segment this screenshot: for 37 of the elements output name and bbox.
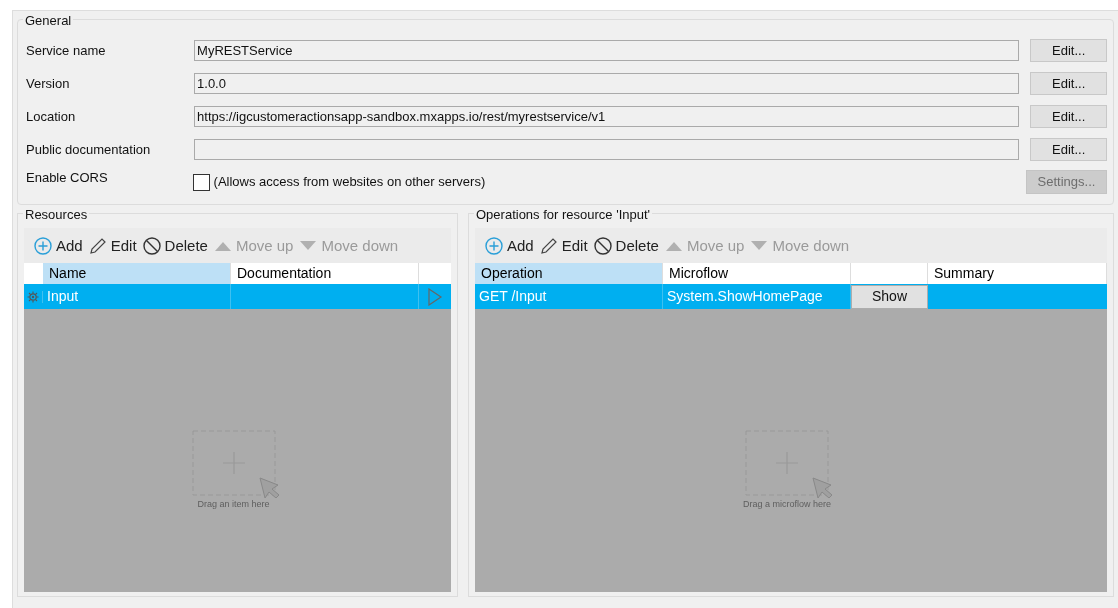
gear-icon (27, 290, 39, 303)
play-icon[interactable] (427, 287, 443, 306)
text-field[interactable] (194, 139, 1020, 160)
down-triangle-icon (750, 239, 769, 252)
text-field[interactable]: MyRESTService (194, 40, 1020, 61)
field-label: Enable CORS (26, 169, 109, 188)
edit-button[interactable]: Edit... (1030, 105, 1107, 128)
pencil-icon (539, 236, 558, 255)
edit-button[interactable]: Edit... (1030, 138, 1107, 161)
edit-button[interactable]: Edit... (1030, 39, 1107, 62)
field-label: Public documentation (26, 140, 152, 159)
table-row[interactable]: GET /Input System.ShowHomePage Show (475, 284, 1107, 309)
toolbar-button[interactable]: Add (485, 236, 534, 255)
text-field[interactable]: 1.0.0 (194, 73, 1020, 94)
toolbar-button[interactable]: Edit (88, 236, 137, 255)
field-label: Location (26, 107, 77, 126)
down-triangle-icon (299, 239, 318, 252)
prohibited-icon (593, 236, 612, 255)
show-button[interactable]: Show (851, 284, 928, 309)
field-label: Service name (26, 41, 107, 60)
add-icon (485, 236, 503, 255)
toolbar-button[interactable]: Delete (593, 236, 659, 255)
pencil-icon (88, 236, 107, 255)
field-label: Version (26, 74, 71, 93)
text-field[interactable]: https://igcustomeractionsapp-sandbox.mxapps.io/rest/myrestservice/v1 (194, 106, 1020, 127)
checkbox[interactable] (192, 173, 210, 191)
edit-button[interactable]: Edit... (1030, 72, 1107, 95)
column-header[interactable]: Name (43, 263, 231, 284)
drop-hint: Drag an item here (197, 497, 270, 511)
toolbar-button[interactable]: Edit (539, 236, 588, 255)
toolbar-button[interactable]: Delete (142, 236, 208, 255)
add-icon (34, 236, 52, 255)
drop-hint: Drag a microflow here (743, 497, 831, 511)
checkbox-label: (Allows access from websites on other servers) (213, 173, 487, 192)
toolbar-button[interactable]: Add (34, 236, 83, 255)
prohibited-icon (142, 236, 161, 255)
column-header[interactable]: Operation (475, 263, 663, 284)
